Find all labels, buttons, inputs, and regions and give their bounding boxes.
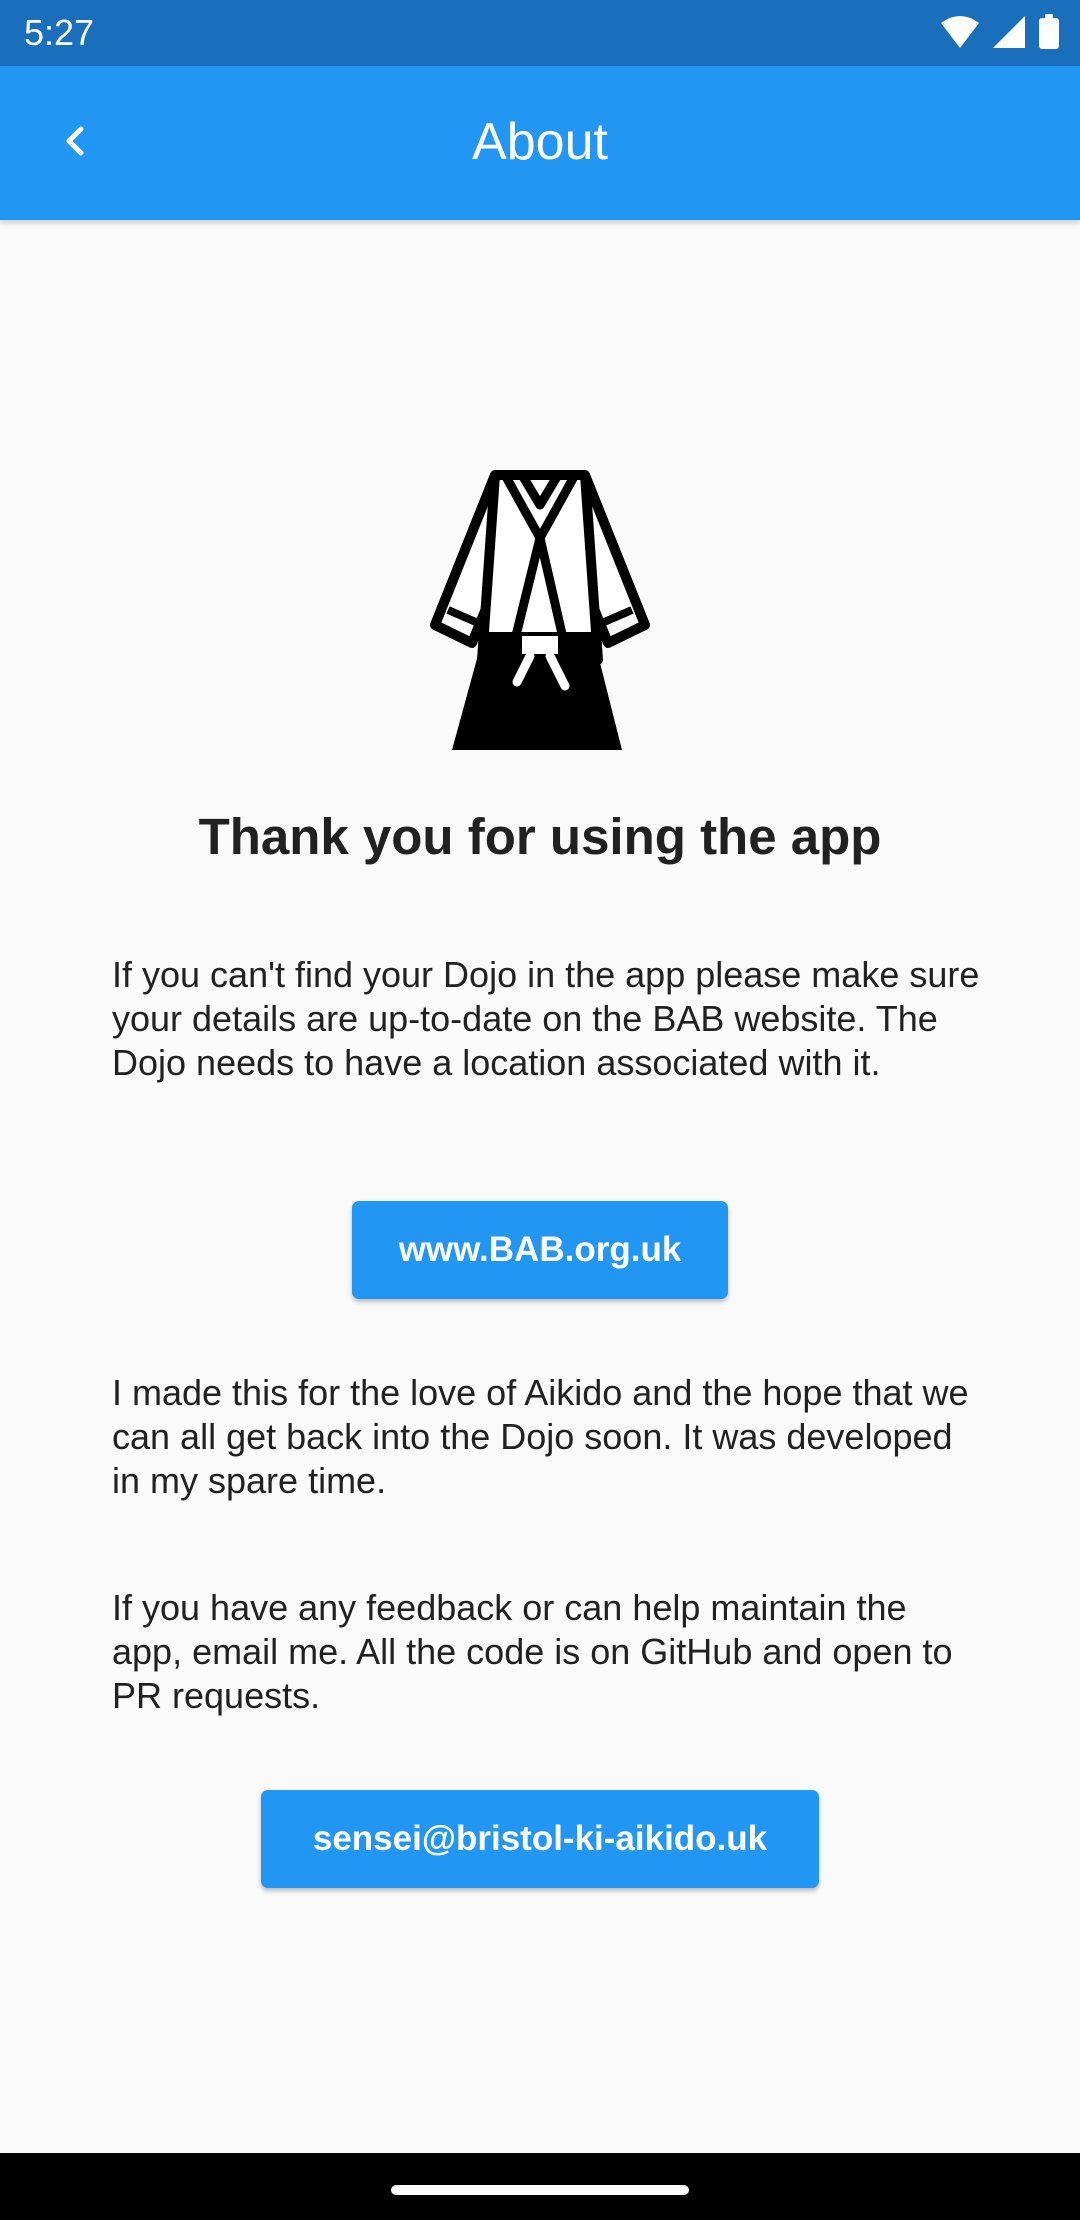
app-bar: About	[0, 66, 1080, 220]
home-indicator[interactable]	[391, 2185, 689, 2195]
karate-gi-icon	[390, 460, 690, 760]
website-link-button[interactable]: www.BAB.org.uk	[352, 1201, 728, 1299]
status-icons	[940, 14, 1060, 50]
wifi-icon	[940, 15, 980, 49]
cellular-signal-icon	[992, 15, 1026, 49]
thanks-heading: Thank you for using the app	[198, 808, 882, 865]
page-title: About	[472, 113, 608, 171]
feedback-text: If you have any feedback or can help mai…	[112, 1587, 953, 1716]
about-text: I made this for the love of Aikido and t…	[112, 1372, 969, 1501]
status-time: 5:27	[24, 12, 95, 53]
battery-icon	[1038, 14, 1060, 50]
status-bar: 5:27	[0, 0, 1080, 66]
email-link-button[interactable]: sensei@bristol-ki-aikido.uk	[261, 1790, 819, 1888]
dojo-info-text: If you can't find your Dojo in the app p…	[112, 954, 980, 1083]
